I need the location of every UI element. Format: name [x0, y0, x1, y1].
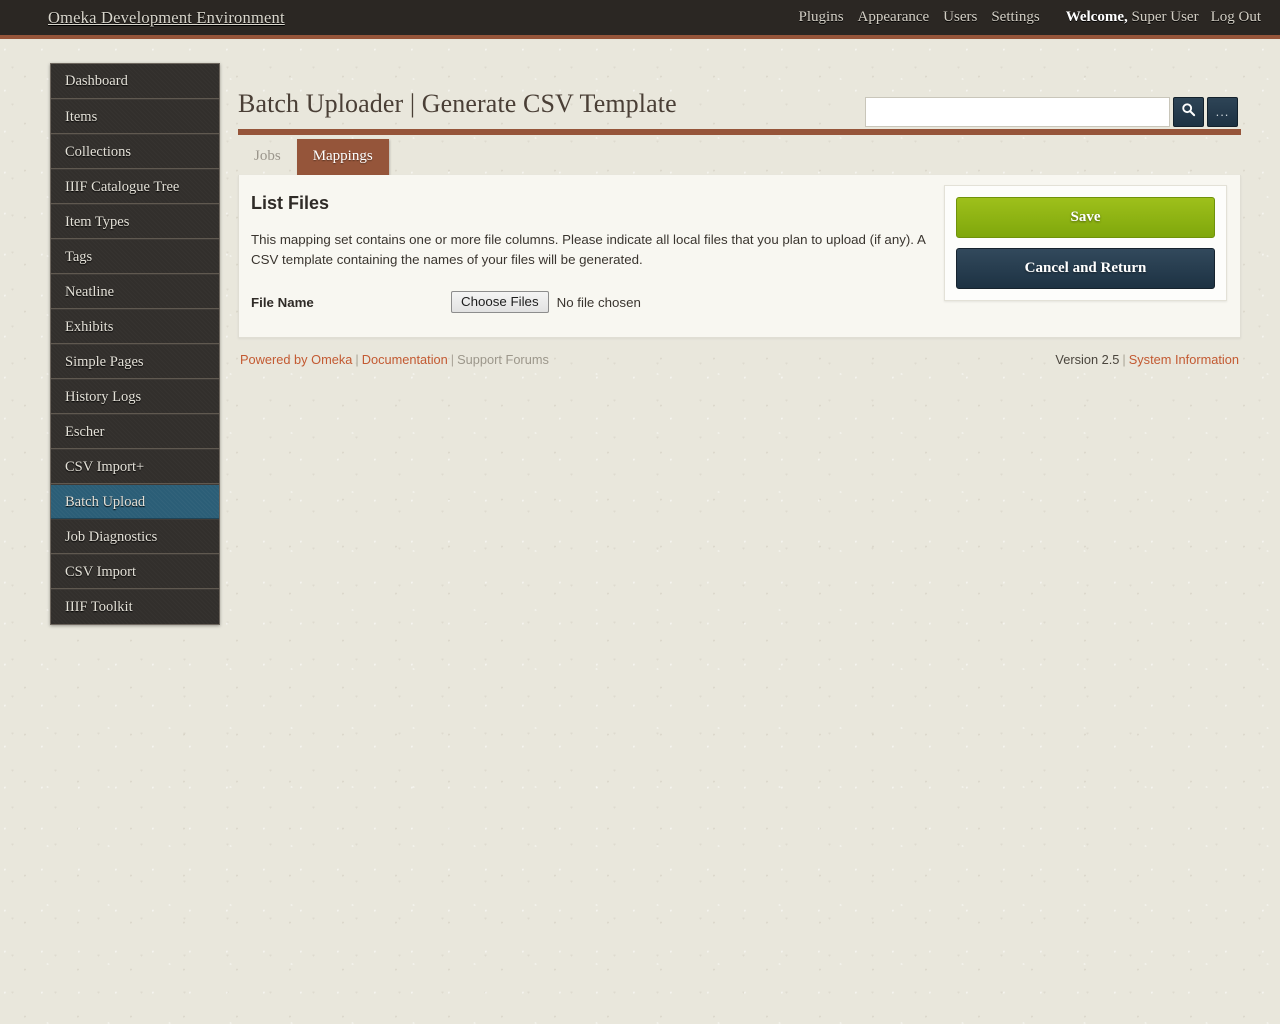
file-name-label: File Name	[251, 294, 314, 310]
sidebar-item-collections[interactable]: Collections	[51, 134, 219, 169]
admin-search: ...	[865, 97, 1238, 127]
tab-jobs[interactable]: Jobs	[238, 139, 297, 175]
sidebar-item-iiif-catalogue-tree[interactable]: IIIF Catalogue Tree	[51, 169, 219, 204]
search-submit-button[interactable]	[1173, 97, 1204, 127]
current-user-name: Super User	[1127, 9, 1199, 25]
footer-separator-3: |	[1122, 352, 1126, 367]
tab-mappings[interactable]: Mappings	[296, 139, 389, 175]
advanced-search-button[interactable]: ...	[1207, 97, 1238, 127]
action-panel: Save Cancel and Return	[944, 185, 1227, 301]
sidebar-item-batch-upload[interactable]: Batch Upload	[51, 484, 219, 519]
file-upload-input[interactable]: Choose Files No file chosen	[451, 291, 641, 314]
sidebar-item-neatline[interactable]: Neatline	[51, 274, 219, 309]
sidebar-item-simple-pages[interactable]: Simple Pages	[51, 344, 219, 379]
footer-separator-2: |	[450, 352, 455, 367]
main-content: Batch Uploader | Generate CSV Template .…	[238, 39, 1241, 367]
sidebar-item-items[interactable]: Items	[51, 99, 219, 134]
save-button[interactable]: Save	[956, 197, 1215, 238]
site-title-link[interactable]: Omeka Development Environment	[48, 8, 285, 28]
powered-by-omeka-link[interactable]: Powered by Omeka	[240, 352, 352, 367]
sidebar-item-exhibits[interactable]: Exhibits	[51, 309, 219, 344]
choose-files-button[interactable]: Choose Files	[451, 291, 549, 314]
search-input[interactable]	[865, 97, 1170, 127]
log-out-link[interactable]: Log Out	[1204, 9, 1268, 26]
sidebar-item-csv-import-plus[interactable]: CSV Import+	[51, 449, 219, 484]
sidebar-item-csv-import[interactable]: CSV Import	[51, 554, 219, 589]
documentation-link[interactable]: Documentation	[362, 352, 448, 367]
nav-link-appearance[interactable]: Appearance	[851, 9, 937, 26]
sidebar-item-item-types[interactable]: Item Types	[51, 204, 219, 239]
nav-link-settings[interactable]: Settings	[984, 9, 1046, 26]
nav-link-plugins[interactable]: Plugins	[792, 9, 851, 26]
user-navigation: Plugins Appearance Users Settings Welcom…	[792, 9, 1268, 26]
welcome-message: Welcome, Super User	[1061, 9, 1204, 26]
sidebar-item-job-diagnostics[interactable]: Job Diagnostics	[51, 519, 219, 554]
page-footer: Powered by Omeka | Documentation | Support F…	[238, 352, 1241, 367]
tab-bar: Jobs Mappings	[238, 135, 1241, 175]
no-file-chosen-text: No file chosen	[556, 294, 641, 310]
admin-sidebar-nav: Dashboard Items Collections IIIF Catalog…	[50, 63, 220, 625]
sidebar-item-escher[interactable]: Escher	[51, 414, 219, 449]
footer-right-info: Version 2.5 | System Information	[1055, 352, 1239, 367]
sidebar-item-iiif-toolkit[interactable]: IIIF Toolkit	[51, 589, 219, 624]
welcome-label: Welcome,	[1065, 9, 1128, 25]
nav-link-users[interactable]: Users	[936, 9, 984, 26]
footer-separator-1: |	[355, 352, 359, 367]
footer-left-links: Powered by Omeka | Documentation | Support F…	[240, 352, 549, 367]
sidebar-item-tags[interactable]: Tags	[51, 239, 219, 274]
search-icon	[1181, 102, 1196, 122]
cancel-and-return-button[interactable]: Cancel and Return	[956, 248, 1215, 289]
sidebar-item-dashboard[interactable]: Dashboard	[51, 64, 219, 99]
sidebar-item-history-logs[interactable]: History Logs	[51, 379, 219, 414]
intro-description: This mapping set contains one or more fi…	[251, 232, 926, 268]
system-information-link[interactable]: System Information	[1129, 352, 1239, 367]
version-text: Version 2.5	[1055, 352, 1120, 367]
content-panel: List Files This mapping set contains one…	[238, 175, 1241, 338]
ellipsis-icon: ...	[1215, 104, 1230, 119]
top-header-bar: Omeka Development Environment Plugins Ap…	[0, 0, 1280, 39]
support-forums-link[interactable]: Support Forums	[457, 352, 549, 367]
